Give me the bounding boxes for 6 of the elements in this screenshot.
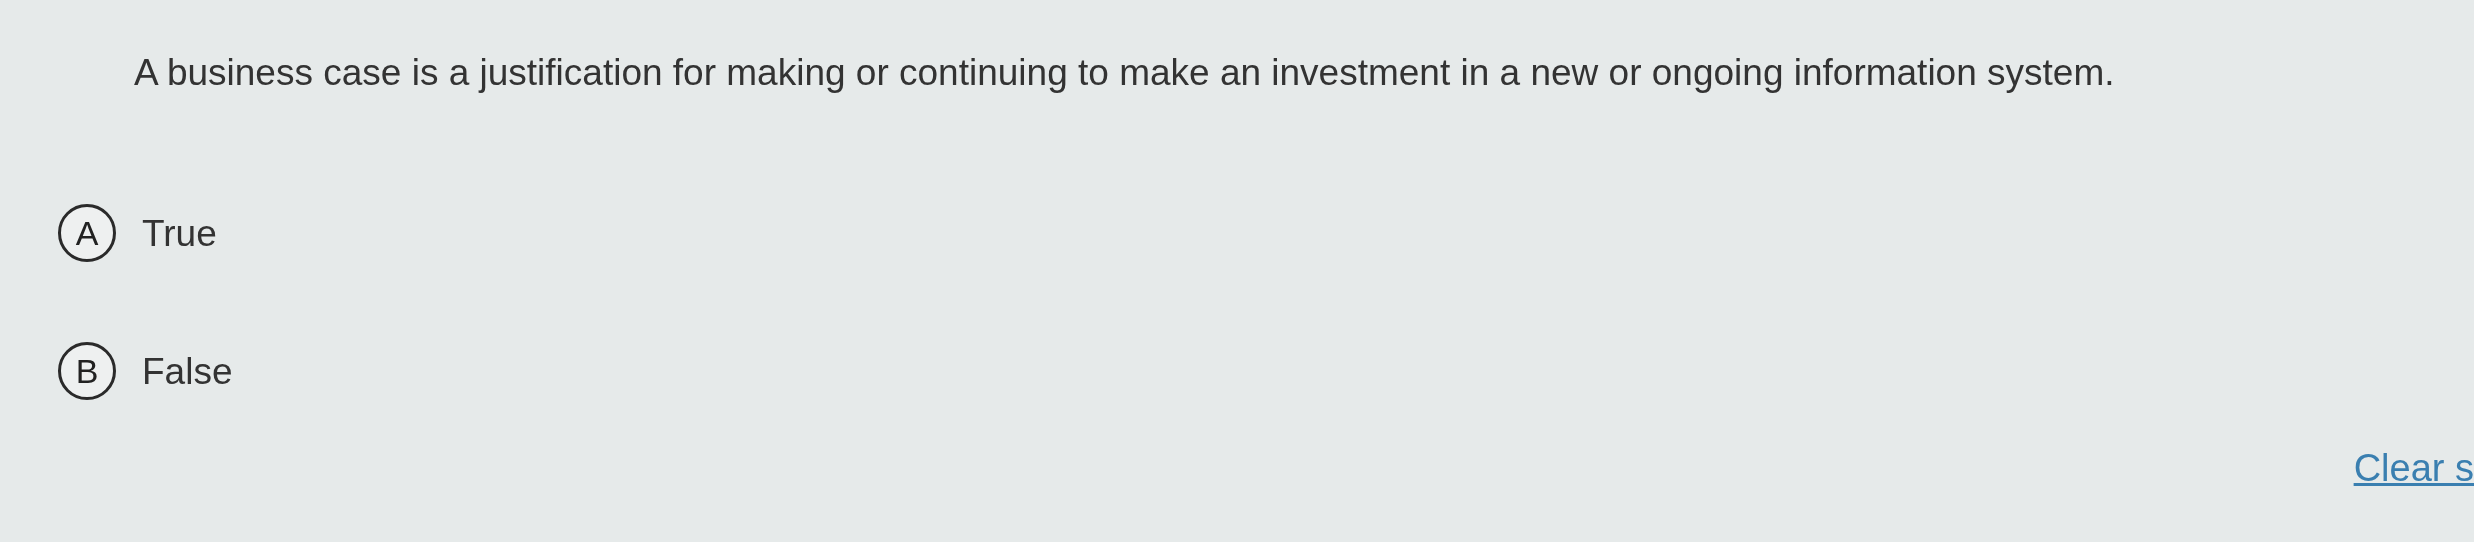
option-label: True (142, 211, 217, 256)
option-label: False (142, 349, 233, 394)
option-letter[interactable]: B (58, 342, 116, 401)
question-text: A business case is a justification for making or continuing to make an investment in a new or ongoing information system. (134, 51, 2116, 95)
option-letter[interactable]: A (58, 204, 116, 263)
clear-selection-link[interactable]: Clear s (2353, 440, 2474, 498)
